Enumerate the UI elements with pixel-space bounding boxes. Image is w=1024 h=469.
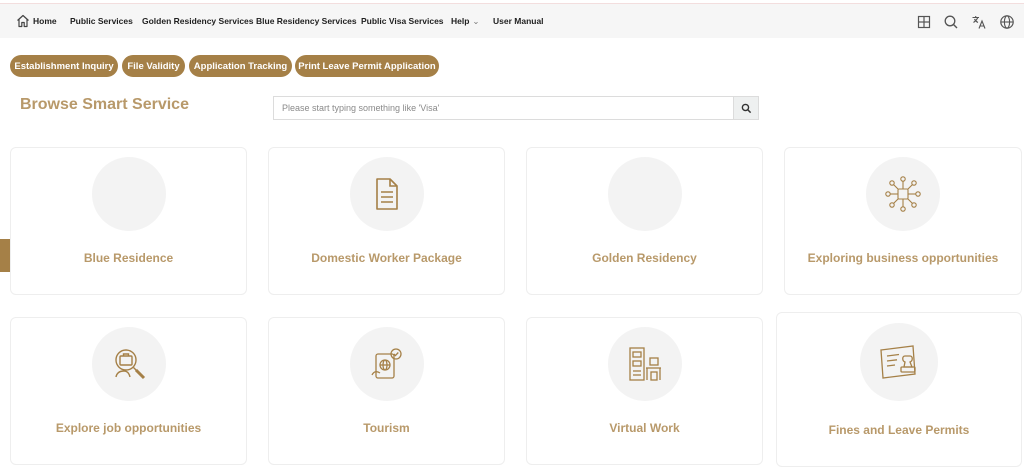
service-card-fines-and-leave-permits[interactable]: Fines and Leave Permits xyxy=(776,312,1022,467)
translate-icon[interactable] xyxy=(971,14,987,30)
application-tracking-button[interactable]: Application Tracking xyxy=(189,55,292,77)
print-leave-permit-button[interactable]: Print Leave Permit Application xyxy=(295,55,439,77)
card-icon-circle xyxy=(860,323,938,401)
search-button[interactable] xyxy=(733,97,758,119)
card-label: Domestic Worker Package xyxy=(311,251,462,265)
search-input[interactable] xyxy=(274,97,734,119)
service-card-tourism[interactable]: Tourism xyxy=(268,317,505,465)
service-card-explore-job-opportunities[interactable]: Explore job opportunities xyxy=(10,317,247,465)
nav-item-help[interactable]: Help ⌄ xyxy=(451,16,480,27)
home-icon[interactable] xyxy=(15,13,31,29)
page-title: Browse Smart Service xyxy=(20,96,189,113)
nav-item-public-visa-services[interactable]: Public Visa Services xyxy=(361,16,444,26)
card-label: Tourism xyxy=(363,421,410,435)
card-icon-circle xyxy=(349,327,424,401)
chevron-down-icon: ⌄ xyxy=(472,16,480,26)
card-icon-circle xyxy=(349,157,424,231)
card-label: Exploring business opportunities xyxy=(807,251,999,265)
file-validity-button[interactable]: File Validity xyxy=(122,55,185,77)
card-label: Virtual Work xyxy=(609,421,680,435)
tourism-icon xyxy=(370,348,402,379)
nav-item-public-services[interactable]: Public Services xyxy=(70,16,133,26)
grid-icon[interactable] xyxy=(916,14,932,30)
nav-item-golden-residency-services[interactable]: Golden Residency Services xyxy=(142,16,254,26)
search-icon xyxy=(741,103,751,113)
card-label: Blue Residence xyxy=(83,251,174,265)
nav-item-home[interactable]: Home xyxy=(33,16,57,26)
office-icon xyxy=(628,347,661,381)
service-card-exploring-business-opportunities[interactable]: Exploring business opportunities xyxy=(784,147,1022,295)
job-search-icon xyxy=(114,349,145,380)
card-label: Fines and Leave Permits xyxy=(828,423,970,437)
network-icon xyxy=(885,176,921,212)
card-icon-circle xyxy=(91,157,166,231)
document-icon xyxy=(375,178,398,210)
nav-item-blue-residency-services[interactable]: Blue Residency Services xyxy=(256,16,357,26)
card-icon-circle xyxy=(607,327,682,401)
card-icon-circle xyxy=(607,157,682,231)
service-search xyxy=(273,96,759,120)
service-card-blue-residence[interactable]: Blue Residence xyxy=(10,147,247,295)
card-label: Golden Residency xyxy=(592,251,697,265)
nav-item-help-label: Help xyxy=(451,16,470,26)
stamp-icon xyxy=(880,345,916,379)
search-icon[interactable] xyxy=(943,14,959,30)
card-label: Explore job opportunities xyxy=(55,421,202,435)
globe-icon[interactable] xyxy=(999,14,1015,30)
top-nav: Home Public Services Golden Residency Se… xyxy=(0,3,1024,38)
nav-item-user-manual[interactable]: User Manual xyxy=(493,16,544,26)
establishment-inquiry-button[interactable]: Establishment Inquiry xyxy=(10,55,118,77)
card-icon-circle xyxy=(866,157,940,231)
service-card-virtual-work[interactable]: Virtual Work xyxy=(526,317,763,465)
service-card-golden-residency[interactable]: Golden Residency xyxy=(526,147,763,295)
service-card-domestic-worker-package[interactable]: Domestic Worker Package xyxy=(268,147,505,295)
card-icon-circle xyxy=(91,327,166,401)
